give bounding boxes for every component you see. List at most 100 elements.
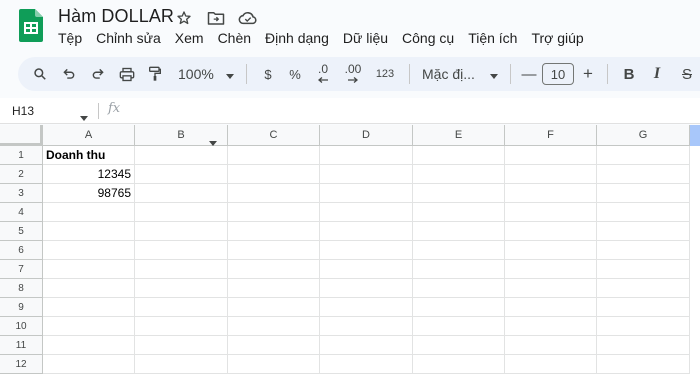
column-header-f[interactable]: F — [505, 125, 597, 146]
cell-f7[interactable] — [505, 260, 597, 279]
cell-g12[interactable] — [597, 355, 690, 374]
sheets-logo-icon[interactable] — [19, 9, 43, 42]
cell-a1[interactable]: Doanh thu — [43, 146, 135, 165]
select-all-corner[interactable] — [0, 125, 43, 146]
increase-font-size-button[interactable]: + — [577, 62, 599, 86]
cell-a4[interactable] — [43, 203, 135, 222]
cell-b11[interactable] — [135, 336, 228, 355]
cell-d11[interactable] — [320, 336, 413, 355]
cell-g8[interactable] — [597, 279, 690, 298]
cell-d1[interactable] — [320, 146, 413, 165]
more-formats-button[interactable]: 123 — [369, 62, 401, 86]
cell-d4[interactable] — [320, 203, 413, 222]
menu-file[interactable]: Tệp — [58, 30, 82, 46]
row-header-9[interactable]: 9 — [0, 298, 43, 317]
column-resize-handle[interactable] — [690, 125, 700, 146]
column-header-a[interactable]: A — [43, 125, 135, 146]
cell-b4[interactable] — [135, 203, 228, 222]
row-header-5[interactable]: 5 — [0, 222, 43, 241]
row-header-12[interactable]: 12 — [0, 355, 43, 374]
cell-a5[interactable] — [43, 222, 135, 241]
cloud-status-icon[interactable] — [238, 9, 258, 27]
cell-c1[interactable] — [228, 146, 320, 165]
cell-a9[interactable] — [43, 298, 135, 317]
cell-g9[interactable] — [597, 298, 690, 317]
font-size-input[interactable]: 10 — [542, 63, 574, 85]
print-icon[interactable] — [112, 62, 142, 86]
cell-e3[interactable] — [413, 184, 505, 203]
increase-decimal-button[interactable]: .00 — [337, 62, 369, 86]
cell-d8[interactable] — [320, 279, 413, 298]
cell-f5[interactable] — [505, 222, 597, 241]
cell-b1[interactable] — [135, 146, 228, 165]
cell-c4[interactable] — [228, 203, 320, 222]
chevron-down-icon[interactable] — [80, 108, 88, 126]
star-icon[interactable] — [174, 9, 194, 27]
decrease-font-size-button[interactable]: — — [519, 62, 539, 86]
cell-d5[interactable] — [320, 222, 413, 241]
cell-c5[interactable] — [228, 222, 320, 241]
column-header-c[interactable]: C — [228, 125, 320, 146]
currency-format-button[interactable]: $ — [255, 62, 281, 86]
cell-g1[interactable] — [597, 146, 690, 165]
menu-help[interactable]: Trợ giúp — [531, 30, 583, 46]
cell-g4[interactable] — [597, 203, 690, 222]
cell-e7[interactable] — [413, 260, 505, 279]
cell-e9[interactable] — [413, 298, 505, 317]
cell-c7[interactable] — [228, 260, 320, 279]
column-header-g[interactable]: G — [597, 125, 690, 146]
cell-e2[interactable] — [413, 165, 505, 184]
row-header-2[interactable]: 2 — [0, 165, 43, 184]
cell-a11[interactable] — [43, 336, 135, 355]
cell-f1[interactable] — [505, 146, 597, 165]
cell-g2[interactable] — [597, 165, 690, 184]
cell-f10[interactable] — [505, 317, 597, 336]
percent-format-button[interactable]: % — [281, 62, 309, 86]
decrease-decimal-button[interactable]: .0 — [309, 62, 337, 86]
cell-a7[interactable] — [43, 260, 135, 279]
cell-f8[interactable] — [505, 279, 597, 298]
cell-f11[interactable] — [505, 336, 597, 355]
cell-c6[interactable] — [228, 241, 320, 260]
cell-a12[interactable] — [43, 355, 135, 374]
cell-a3[interactable]: 98765 — [43, 184, 135, 203]
cell-g3[interactable] — [597, 184, 690, 203]
cell-e11[interactable] — [413, 336, 505, 355]
document-title[interactable]: Hàm DOLLAR — [58, 6, 174, 27]
undo-icon[interactable] — [54, 62, 84, 86]
cell-b9[interactable] — [135, 298, 228, 317]
cell-b12[interactable] — [135, 355, 228, 374]
cell-b6[interactable] — [135, 241, 228, 260]
font-family-select[interactable]: Mặc đị... — [418, 62, 502, 86]
cell-b5[interactable] — [135, 222, 228, 241]
row-header-7[interactable]: 7 — [0, 260, 43, 279]
menu-data[interactable]: Dữ liệu — [343, 30, 388, 46]
cell-e12[interactable] — [413, 355, 505, 374]
cell-f9[interactable] — [505, 298, 597, 317]
cell-f12[interactable] — [505, 355, 597, 374]
cell-f4[interactable] — [505, 203, 597, 222]
column-menu-chevron-icon[interactable] — [209, 133, 217, 146]
menu-edit[interactable]: Chỉnh sửa — [96, 30, 161, 46]
cell-c3[interactable] — [228, 184, 320, 203]
cell-e4[interactable] — [413, 203, 505, 222]
move-to-folder-icon[interactable] — [206, 9, 226, 27]
cell-g10[interactable] — [597, 317, 690, 336]
cell-e6[interactable] — [413, 241, 505, 260]
cell-d7[interactable] — [320, 260, 413, 279]
cell-e10[interactable] — [413, 317, 505, 336]
cell-d10[interactable] — [320, 317, 413, 336]
name-box[interactable]: H13 — [12, 104, 34, 118]
redo-icon[interactable] — [84, 62, 112, 86]
cell-g7[interactable] — [597, 260, 690, 279]
cell-f2[interactable] — [505, 165, 597, 184]
search-menus-icon[interactable] — [30, 62, 50, 86]
formula-input[interactable] — [130, 102, 690, 120]
cell-d12[interactable] — [320, 355, 413, 374]
cell-e1[interactable] — [413, 146, 505, 165]
cell-c8[interactable] — [228, 279, 320, 298]
strikethrough-button[interactable]: S — [672, 62, 700, 86]
cell-e8[interactable] — [413, 279, 505, 298]
cell-b2[interactable] — [135, 165, 228, 184]
paint-format-icon[interactable] — [142, 62, 168, 86]
